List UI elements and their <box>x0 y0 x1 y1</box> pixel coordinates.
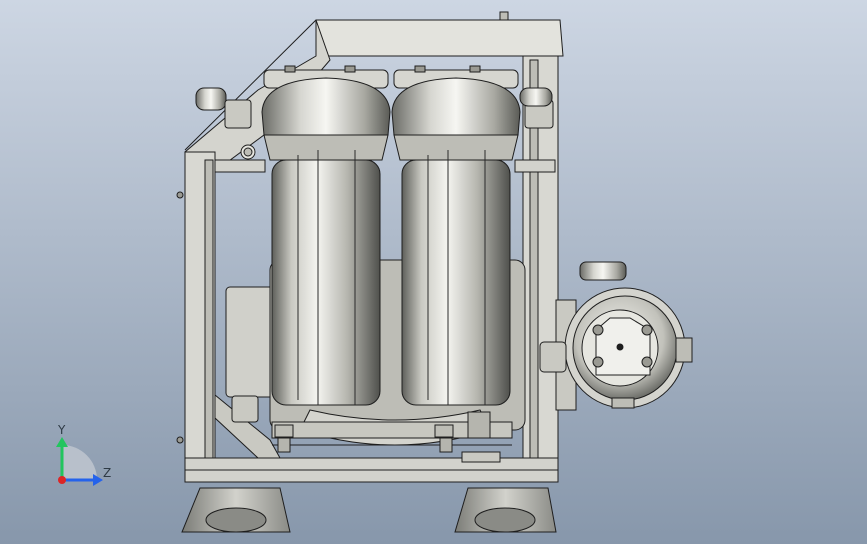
pump-center-hole <box>616 343 624 351</box>
inlet-nut[interactable] <box>224 99 252 129</box>
base-mount[interactable] <box>461 451 501 463</box>
frame-bolt <box>176 191 184 199</box>
pump-screw <box>641 356 653 368</box>
pump-bottom-clamp <box>611 397 635 409</box>
foot-left-shadow <box>205 507 267 533</box>
filter-housing-right[interactable] <box>391 69 521 406</box>
top-cover[interactable] <box>315 19 564 57</box>
bottom-bolt <box>434 424 454 438</box>
filter-bowl[interactable] <box>271 159 381 406</box>
outlet-elbow[interactable] <box>519 87 553 107</box>
bottom-bolt <box>277 437 291 453</box>
filter-shoulder <box>263 134 389 161</box>
inlet-elbow-fitting[interactable] <box>195 87 227 111</box>
model-view-svg[interactable] <box>0 0 867 544</box>
triad-x-axis <box>58 476 66 484</box>
frame-cross-rail-right[interactable] <box>514 159 556 173</box>
filter-shoulder <box>393 134 519 161</box>
frame-bolt <box>243 147 253 157</box>
pump-right-clamp <box>675 337 693 363</box>
pump-screw <box>641 324 653 336</box>
filter-housing-left[interactable] <box>261 69 391 406</box>
cap-nut <box>414 65 426 73</box>
motor-housing[interactable] <box>225 286 277 398</box>
bottom-bolt <box>439 437 453 453</box>
frame-bolt <box>176 436 184 444</box>
top-fitting <box>499 11 509 21</box>
pump-screw <box>592 356 604 368</box>
frame-left-inner <box>204 159 214 476</box>
frame-cross-rail[interactable] <box>214 159 266 173</box>
foot-right-shadow <box>474 507 536 533</box>
filter-bowl[interactable] <box>401 159 511 406</box>
cap-nut <box>284 65 296 73</box>
filter-cap-dome <box>261 77 391 136</box>
cad-graphics-viewport[interactable]: Y Z <box>0 0 867 544</box>
bottom-bolt <box>467 411 491 439</box>
filter-cap-dome <box>391 77 521 136</box>
drain-fitting[interactable] <box>231 395 259 423</box>
triad-y-label: Y <box>58 423 66 437</box>
bottom-bolt <box>274 424 294 438</box>
pump-side-fitting[interactable] <box>539 341 567 373</box>
pump-screw <box>592 324 604 336</box>
cap-nut <box>469 65 481 73</box>
pump-elbow-fitting[interactable] <box>579 261 627 281</box>
cap-nut <box>344 65 356 73</box>
triad-z-label: Z <box>103 466 112 480</box>
